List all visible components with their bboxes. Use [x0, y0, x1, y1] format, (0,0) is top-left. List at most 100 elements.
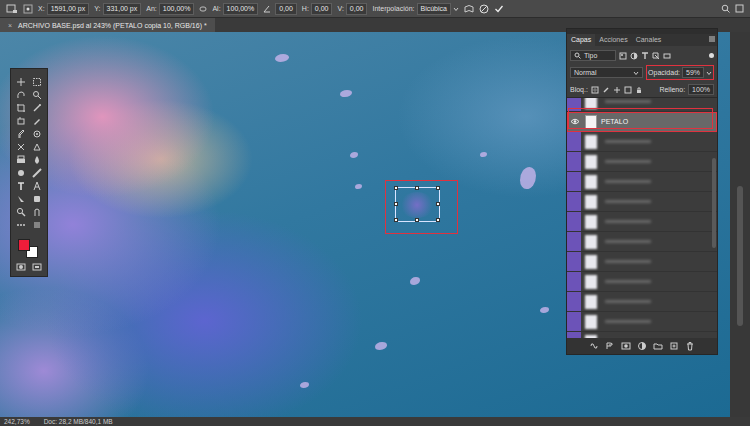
tool-icon[interactable]: [32, 207, 42, 217]
field-input[interactable]: 100,00%: [223, 3, 259, 15]
tool-icon[interactable]: [16, 116, 26, 126]
visibility-toggle[interactable]: [569, 135, 581, 149]
tool-icon[interactable]: [16, 77, 26, 87]
layer-row[interactable]: [567, 97, 717, 112]
tool-icon[interactable]: [32, 77, 42, 87]
workspace-icon[interactable]: [735, 4, 744, 13]
lock-icon[interactable]: [613, 86, 621, 94]
layer-action-icon[interactable]: [589, 341, 599, 351]
layer-row[interactable]: [567, 312, 717, 332]
transform-tool-icon[interactable]: [6, 4, 18, 14]
close-tab-button[interactable]: ×: [8, 22, 12, 29]
tool-icon[interactable]: [32, 116, 42, 126]
tool-icon[interactable]: [16, 103, 26, 113]
tool-icon[interactable]: [32, 129, 42, 139]
tool-icon[interactable]: [16, 142, 26, 152]
quick-mask-icon[interactable]: [16, 262, 26, 272]
tool-icon[interactable]: [16, 155, 26, 165]
layer-row[interactable]: [567, 292, 717, 312]
layer-row[interactable]: [567, 332, 717, 338]
tool-icon[interactable]: [16, 194, 26, 204]
commit-icon[interactable]: [494, 4, 504, 14]
layer-action-icon[interactable]: [653, 341, 663, 351]
visibility-toggle[interactable]: [569, 97, 581, 109]
visibility-toggle[interactable]: [569, 155, 581, 169]
layer-action-icon[interactable]: [621, 341, 631, 351]
tool-icon[interactable]: [16, 90, 26, 100]
lock-icon[interactable]: [591, 86, 599, 94]
layers-scrollbar[interactable]: [712, 158, 716, 248]
panel-tab[interactable]: Acciones: [595, 34, 631, 46]
layer-filter-icon[interactable]: [641, 52, 649, 60]
field-input[interactable]: 331,00 px: [103, 3, 142, 15]
layer-row[interactable]: [567, 132, 717, 152]
tool-icon[interactable]: [32, 142, 42, 152]
lock-icon[interactable]: [635, 86, 643, 94]
layer-row[interactable]: PETALO: [567, 112, 717, 132]
layer-filter-icon[interactable]: [630, 52, 638, 60]
reference-point-icon[interactable]: [23, 4, 33, 14]
field-input[interactable]: 1591,00 px: [47, 3, 90, 15]
document-tab[interactable]: ×ARCHIVO BASE.psd al 243% (PETALO copia …: [0, 18, 215, 32]
zoom-level[interactable]: 242,73%: [4, 418, 30, 425]
opacity-input[interactable]: 59%: [682, 67, 704, 78]
tool-icon[interactable]: [32, 103, 42, 113]
visibility-toggle[interactable]: [569, 335, 581, 339]
tool-icon[interactable]: [32, 90, 42, 100]
layer-filter-icon[interactable]: [619, 52, 627, 60]
link-icon[interactable]: [199, 5, 207, 13]
visibility-toggle[interactable]: [569, 215, 581, 229]
panel-tab[interactable]: Capas: [567, 34, 595, 46]
search-icon[interactable]: [721, 4, 730, 13]
layer-row[interactable]: [567, 192, 717, 212]
lock-icon[interactable]: [602, 86, 610, 94]
layer-row[interactable]: [567, 152, 717, 172]
layer-row[interactable]: [567, 272, 717, 292]
tool-icon[interactable]: [16, 168, 26, 178]
transform-box[interactable]: [395, 187, 440, 222]
tool-icon[interactable]: [32, 220, 42, 230]
tool-icon[interactable]: [16, 129, 26, 139]
filter-toggle[interactable]: [709, 53, 714, 58]
layer-row[interactable]: [567, 232, 717, 252]
panel-menu-icon[interactable]: [707, 34, 717, 44]
layer-filter-icon[interactable]: [652, 52, 660, 60]
visibility-toggle[interactable]: [569, 295, 581, 309]
field-input[interactable]: 0,00: [275, 3, 297, 15]
layer-filter-icon[interactable]: [663, 52, 671, 60]
layer-row[interactable]: [567, 172, 717, 192]
layer-row[interactable]: [567, 252, 717, 272]
foreground-color-swatch[interactable]: [18, 239, 30, 251]
tool-icon[interactable]: [16, 207, 26, 217]
tool-icon[interactable]: [16, 181, 26, 191]
cancel-icon[interactable]: [479, 4, 489, 14]
field-input[interactable]: 100,00%: [159, 3, 195, 15]
tool-icon[interactable]: [32, 181, 42, 191]
blend-mode-dropdown[interactable]: Normal: [570, 67, 643, 78]
visibility-toggle[interactable]: [569, 235, 581, 249]
field-input[interactable]: 0,00: [311, 3, 333, 15]
visibility-toggle[interactable]: [569, 175, 581, 189]
screen-mode-icon[interactable]: [32, 262, 42, 272]
tool-icon[interactable]: [32, 194, 42, 204]
vertical-scrollbar[interactable]: [730, 32, 750, 417]
visibility-toggle[interactable]: [569, 275, 581, 289]
visibility-toggle[interactable]: [569, 255, 581, 269]
field-input[interactable]: 0,00: [346, 3, 368, 15]
layer-row[interactable]: [567, 212, 717, 232]
visibility-toggle[interactable]: [569, 195, 581, 209]
dropdown-arrow-icon[interactable]: [453, 6, 459, 12]
tool-icon[interactable]: [32, 155, 42, 165]
fill-input[interactable]: 100%: [688, 84, 714, 95]
tool-icon[interactable]: [16, 220, 26, 230]
interpolation-dropdown[interactable]: Bicúbica: [417, 3, 451, 15]
dropdown-arrow-icon[interactable]: [706, 70, 712, 76]
visibility-toggle[interactable]: [569, 115, 581, 129]
visibility-toggle[interactable]: [569, 315, 581, 329]
layer-action-icon[interactable]: [605, 341, 615, 351]
lock-icon[interactable]: [624, 86, 632, 94]
layer-action-icon[interactable]: [637, 341, 647, 351]
tool-icon[interactable]: [32, 168, 42, 178]
filter-dropdown[interactable]: Tipo: [570, 50, 616, 61]
layer-action-icon[interactable]: [685, 341, 695, 351]
